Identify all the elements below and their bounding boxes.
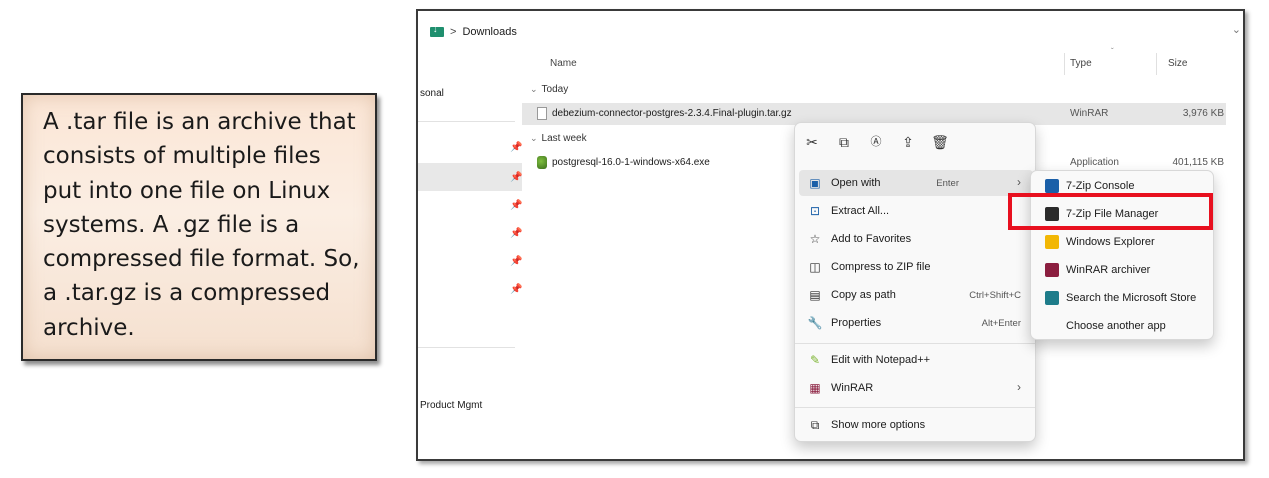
winrar-archiver-icon [1045, 263, 1059, 277]
group-header-last-week[interactable]: ⌄ Last week [530, 133, 587, 144]
file-type: Application [1070, 157, 1119, 168]
column-header-size[interactable]: Size [1168, 58, 1187, 69]
chevron-down-icon[interactable]: ⌄ [1232, 23, 1241, 36]
menu-item-compress-zip[interactable]: ◫ Compress to ZIP file [799, 254, 1033, 280]
submenu-arrow-icon: › [1017, 175, 1021, 189]
nav-item-selected[interactable] [418, 163, 522, 191]
nav-item-product-mgmt[interactable]: Product Mgmt [420, 400, 482, 411]
column-divider[interactable] [1156, 53, 1157, 75]
pin-icon: 📌 [510, 256, 523, 267]
context-menu-toolbar: ✂ ⧉ Ⓐ ⇪ 🗑 [803, 133, 949, 151]
delete-icon[interactable]: 🗑 [931, 133, 949, 151]
file-name: postgresql-16.0-1-windows-x64.exe [552, 157, 710, 168]
pin-icon: 📌 [510, 284, 523, 295]
submenu-item-choose-another-app[interactable]: Choose another app [1035, 313, 1211, 339]
highlight-annotation-box [1008, 193, 1213, 230]
pin-icon: 📌 [510, 200, 523, 211]
menu-item-label: Show more options [831, 419, 926, 431]
archive-file-icon [537, 107, 547, 120]
menu-item-label: Compress to ZIP file [831, 261, 931, 273]
menu-item-label: Open with [831, 177, 881, 189]
notepadpp-icon: ✎ [809, 353, 821, 367]
file-type: WinRAR [1070, 108, 1109, 119]
navigation-pane: sonal 📌 📌 📌 📌 📌 📌 Product Mgmt [418, 11, 522, 459]
submenu-item-label: Windows Explorer [1066, 236, 1155, 248]
submenu-arrow-icon: › [1017, 380, 1021, 394]
menu-item-edit-notepadpp[interactable]: ✎ Edit with Notepad++ [799, 347, 1033, 373]
rename-icon[interactable]: Ⓐ [867, 133, 885, 151]
submenu-item-microsoft-store[interactable]: Search the Microsoft Store [1035, 285, 1211, 311]
more-options-icon: ⧉ [810, 418, 820, 432]
collapse-chevron-icon: ⌄ [530, 133, 538, 143]
nav-divider [418, 347, 515, 348]
column-divider[interactable] [1064, 53, 1065, 75]
installer-exe-icon [537, 156, 547, 169]
file-size: 401,115 KB [1172, 157, 1224, 168]
group-label: Today [541, 84, 569, 95]
menu-item-show-more-options[interactable]: ⧉ Show more options [799, 412, 1033, 438]
menu-item-label: Edit with Notepad++ [831, 354, 931, 366]
menu-item-copy-as-path[interactable]: ▤ Copy as path Ctrl+Shift+C [799, 282, 1033, 308]
cut-icon[interactable]: ✂ [803, 133, 821, 151]
menu-item-shortcut: Enter [936, 178, 959, 189]
context-menu: ✂ ⧉ Ⓐ ⇪ 🗑 ▣ Open with Enter › ⊡ Extract … [794, 122, 1036, 442]
group-label: Last week [541, 133, 587, 144]
star-icon: ☆ [809, 232, 821, 246]
menu-item-open-with[interactable]: ▣ Open with Enter › [799, 170, 1033, 196]
menu-separator [795, 343, 1035, 344]
copy-icon[interactable]: ⧉ [835, 133, 853, 151]
file-name: debezium-connector-postgres-2.3.4.Final-… [552, 108, 792, 119]
file-size: 3,976 KB [1182, 108, 1224, 119]
collapse-chevron-icon: ⌄ [530, 84, 538, 94]
column-header-type[interactable]: Type [1070, 58, 1092, 69]
menu-item-add-to-favorites[interactable]: ☆ Add to Favorites [799, 226, 1033, 252]
share-icon[interactable]: ⇪ [899, 133, 917, 151]
open-with-icon: ▣ [809, 176, 821, 190]
copy-path-icon: ▤ [809, 288, 821, 302]
microsoft-store-icon [1045, 291, 1059, 305]
submenu-item-winrar-archiver[interactable]: WinRAR archiver [1035, 257, 1211, 283]
explanation-callout: A .tar file is an archive that consists … [21, 93, 377, 361]
submenu-item-label: Search the Microsoft Store [1066, 292, 1197, 304]
sort-indicator-icon: ˇ [1111, 47, 1114, 56]
submenu-item-label: 7-Zip Console [1066, 180, 1135, 192]
menu-item-label: Add to Favorites [831, 233, 912, 245]
menu-separator [795, 407, 1035, 408]
callout-text: A .tar file is an archive that consists … [43, 109, 360, 341]
nav-divider [418, 121, 515, 122]
menu-item-label: WinRAR [831, 382, 874, 394]
menu-item-label: Extract All... [831, 205, 890, 217]
extract-icon: ⊡ [809, 204, 821, 218]
menu-item-label: Properties [831, 317, 882, 329]
zip-icon: ◫ [809, 260, 821, 274]
windows-explorer-icon [1045, 235, 1059, 249]
menu-item-winrar[interactable]: ▦ WinRAR › [799, 375, 1033, 401]
winrar-icon: ▦ [809, 381, 821, 395]
pin-icon: 📌 [510, 172, 523, 183]
properties-icon: 🔧 [807, 316, 823, 330]
column-header-name[interactable]: Name [550, 58, 577, 69]
group-header-today[interactable]: ⌄ Today [530, 84, 568, 95]
menu-item-shortcut: Alt+Enter [981, 318, 1021, 329]
menu-item-label: Copy as path [831, 289, 896, 301]
pin-icon: 📌 [510, 142, 523, 153]
submenu-item-windows-explorer[interactable]: Windows Explorer [1035, 229, 1211, 255]
menu-item-shortcut: Ctrl+Shift+C [969, 290, 1021, 301]
submenu-item-label: WinRAR archiver [1066, 264, 1151, 276]
submenu-item-label: Choose another app [1066, 320, 1166, 332]
menu-item-extract-all[interactable]: ⊡ Extract All... [799, 198, 1033, 224]
menu-item-properties[interactable]: 🔧 Properties Alt+Enter [799, 310, 1033, 336]
seven-zip-console-icon [1045, 179, 1059, 193]
nav-item-personal[interactable]: sonal [420, 88, 444, 99]
pin-icon: 📌 [510, 228, 523, 239]
